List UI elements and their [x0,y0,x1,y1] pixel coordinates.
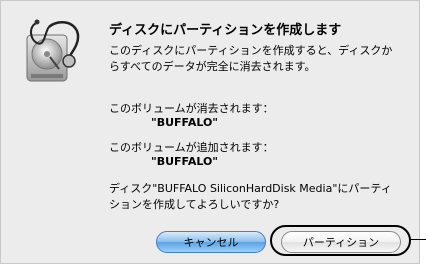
confirm-line-1: ディスク"BUFFALO SiliconHardDisk Media"にパーティ [109,182,392,195]
callout-pointer-line [410,239,426,240]
message-line-2: らすべてのデータが完全に消去されます。 [109,60,316,73]
confirm-line-2: ションを作成してよろしいですか? [109,198,280,211]
added-volume-name: "BUFFALO" [151,155,219,168]
erased-volume-name: "BUFFALO" [151,116,219,129]
added-volume-label: このボリュームが追加されます： [109,141,274,154]
erased-volume-label: このボリュームが消去されます： [109,102,274,115]
dialog-message: このディスクにパーティションを作成すると、ディスクか らすべてのデータが完全に消… [109,43,409,75]
cancel-button[interactable]: キャンセル [156,231,266,253]
message-line-1: このディスクにパーティションを作成すると、ディスクか [109,44,393,57]
partition-button-highlight [270,225,411,256]
dialog-title: ディスクにパーティションを作成します [109,23,342,38]
confirm-question: ディスク"BUFFALO SiliconHardDisk Media"にパーティ… [109,181,409,213]
disk-utility-icon [26,19,80,82]
